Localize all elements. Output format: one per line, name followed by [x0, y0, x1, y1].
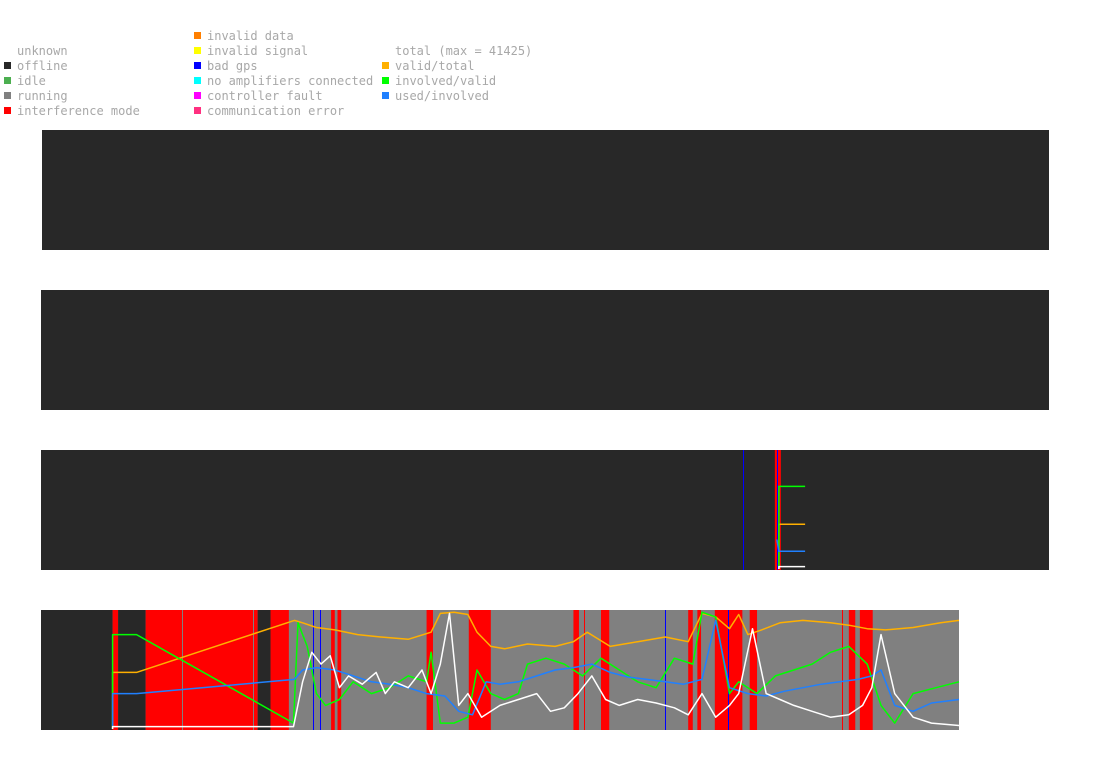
- chart-panel-1: [42, 130, 1049, 250]
- status-charts: [41, 130, 1049, 730]
- status-segment: [41, 610, 113, 730]
- status-segment: [337, 610, 342, 730]
- status-segment: [468, 610, 491, 730]
- status-segment: [112, 610, 119, 730]
- panel-background: [41, 450, 1049, 570]
- chart-panel-2: [41, 290, 1049, 410]
- chart-panel-4: [41, 610, 960, 730]
- chart-panel-3: [41, 450, 1049, 570]
- status-segment: [145, 610, 258, 730]
- panel-background: [42, 130, 1049, 250]
- status-segment: [749, 610, 758, 730]
- panel-background: [41, 290, 1049, 410]
- status-segment: [426, 610, 433, 730]
- status-segment: [257, 610, 271, 730]
